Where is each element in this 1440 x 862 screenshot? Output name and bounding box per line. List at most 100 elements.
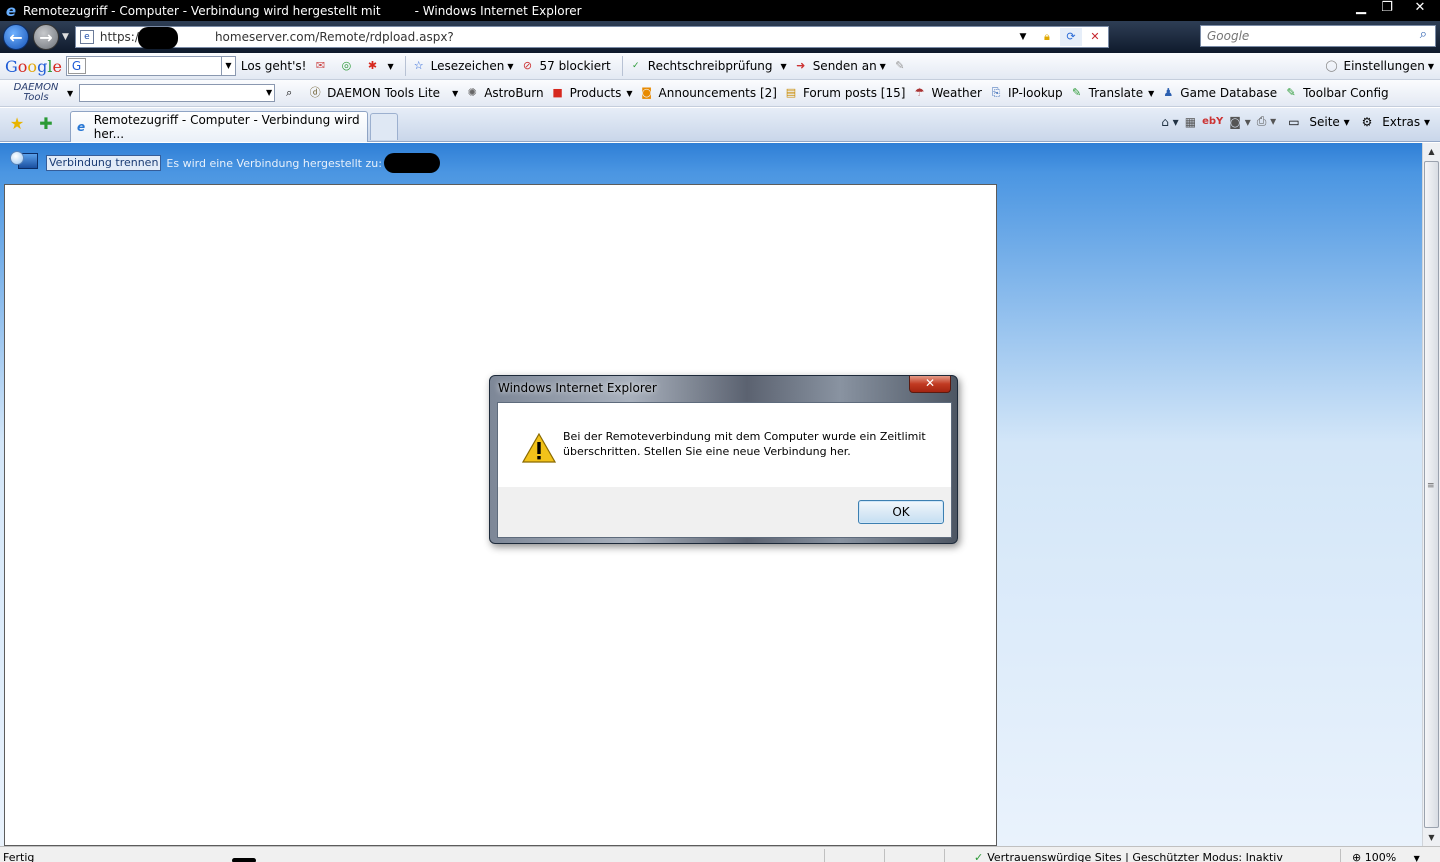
daemon-toolbar-item[interactable]: ◙ Announcements [2] <box>639 85 777 101</box>
chevron-down-icon[interactable]: ▼ <box>626 89 632 98</box>
daemon-toolbar-item[interactable]: ✎ Toolbar Config <box>1283 85 1388 101</box>
dialog-message: Bei der Remoteverbindung mit dem Compute… <box>563 430 926 458</box>
settings-icon: ◯ <box>1325 59 1338 72</box>
products-icon: ■ <box>552 86 563 99</box>
refresh-icon[interactable]: ⟳ <box>1059 28 1082 46</box>
send-to-button[interactable]: ➜ Senden an ▼ <box>793 58 886 74</box>
spellcheck-button[interactable]: ✓ Rechtschreibprüfung ▼ <box>628 58 787 74</box>
ie-tab-icon: e <box>77 120 86 134</box>
gear-icon: ⚙ <box>1361 114 1373 129</box>
chevron-down-icon[interactable]: ▼ <box>1148 89 1154 98</box>
toolbar-separator <box>621 56 623 76</box>
home-icon[interactable]: ⌂ ▾ <box>1161 115 1178 129</box>
ebay-icon[interactable]: ebY <box>1202 116 1223 127</box>
dialog-button-area: OK <box>498 487 951 537</box>
window-titlebar: e Remotezugriff - Computer - Verbindung … <box>0 0 1440 21</box>
recent-pages-dropdown[interactable]: ▼ <box>62 32 69 42</box>
forum-icon: ▤ <box>785 86 797 99</box>
disconnect-button[interactable]: Verbindung trennen <box>46 155 162 171</box>
highlight-icon[interactable]: ✎ <box>892 58 912 74</box>
search-box[interactable]: ⌕ <box>1200 25 1436 47</box>
daemon-toolbar-item[interactable]: ☂ Weather <box>911 85 982 101</box>
daemon-menu-dropdown-icon[interactable]: ▼ <box>67 89 73 98</box>
forward-button[interactable]: → <box>33 24 59 50</box>
daemon-toolbar-item[interactable]: ✺ AstroBurn <box>464 85 544 101</box>
dialog-title: Windows Internet Explorer <box>498 381 657 395</box>
star-icon: ☆ <box>413 59 424 72</box>
close-icon[interactable]: ✕ <box>1400 0 1440 18</box>
popup-blocker-button[interactable]: ⊘ 57 blockiert <box>519 58 611 74</box>
translate-icon: ✎ <box>1072 86 1082 99</box>
daemon-toolbar-item[interactable]: ⓓ DAEMON Tools Lite ▼ <box>307 85 459 101</box>
redaction-mark <box>232 858 256 862</box>
scroll-down-icon[interactable]: ▼ <box>1423 829 1440 846</box>
window-controls: ▁ ❐ ✕ <box>1348 0 1440 18</box>
daemon-icon: ⓓ <box>309 86 321 99</box>
settings-button[interactable]: ◯ Einstellungen ▼ <box>1323 58 1434 74</box>
status-divider <box>944 849 945 862</box>
search-icon[interactable]: ⌕ <box>1420 27 1427 42</box>
pagerank-icon[interactable]: ◎ <box>338 58 358 74</box>
status-bar: Fertig ✓ Vertrauenswürdige Sites | Geschü… <box>0 846 1440 862</box>
google-search-dropdown-icon[interactable]: ▼ <box>220 57 235 75</box>
ok-button[interactable]: OK <box>858 500 944 524</box>
daemon-toolbar: DAEMON Tools ▼ ▼ ⌕ ⓓ DAEMON Tools Lite ▼ ✺ As… <box>0 80 1440 107</box>
minimize-icon[interactable]: ▁ <box>1348 0 1374 18</box>
tab-label: Remotezugriff - Computer - Verbindung wi… <box>93 113 360 141</box>
search-input[interactable] <box>1201 29 1401 43</box>
feeds-icon[interactable]: ▦ <box>1185 115 1196 129</box>
buttons-icon[interactable]: ✱ ▼ <box>364 58 394 74</box>
rdp-header: Verbindung trennen Es wird eine Verbindu… <box>8 149 440 177</box>
lock-icon[interactable]: 🔒︎ <box>1036 28 1058 46</box>
restore-icon[interactable]: ❐ <box>1374 0 1400 18</box>
window-title-suffix: - Windows Internet Explorer <box>414 3 582 18</box>
redaction-mark <box>383 153 440 173</box>
address-bar[interactable]: e https:// homeserver.com/Remote/rdpload… <box>74 26 1109 49</box>
security-zone[interactable]: ✓ Vertrauenswürdige Sites | Geschützter M… <box>974 851 1283 862</box>
redaction-mark <box>137 27 178 49</box>
daemon-toolbar-item[interactable]: ⎘ IP-lookup <box>988 85 1063 101</box>
daemon-toolbar-item[interactable]: ▤ Forum posts [15] <box>783 85 906 101</box>
toolbar-config-icon: ✎ <box>1286 86 1296 99</box>
daemon-toolbar-item[interactable]: ■ Products ▼ <box>550 85 632 101</box>
zoom-level[interactable]: ⊕ 100% ▼ <box>1352 851 1420 862</box>
page-icon: e <box>79 30 94 44</box>
connection-status-text: Es wird eine Verbindung hergestellt zu: <box>166 156 382 170</box>
stop-icon[interactable]: ✕ <box>1084 28 1106 46</box>
print-icon[interactable]: ⎙ ▾ <box>1257 114 1276 129</box>
daemon-logo: DAEMON Tools <box>13 82 59 103</box>
new-tab-button[interactable] <box>370 113 398 140</box>
google-g-icon: G <box>67 58 86 74</box>
scroll-thumb[interactable] <box>1424 161 1439 828</box>
warning-icon <box>522 433 556 463</box>
dialog-close-button[interactable]: ✕ <box>909 376 951 393</box>
remote-desktop-icon <box>8 149 40 177</box>
google-search-field[interactable]: G ▼ <box>65 56 236 76</box>
address-dropdown-icon[interactable]: ▼ <box>1012 28 1034 46</box>
dialog-body: Bei der Remoteverbindung mit dem Compute… <box>497 402 952 538</box>
command-bar: ⌂ ▾ ▦ ebY ◙ ▾ ⎙ ▾ ▭ Seite ▾ ⚙ Extras ▾ <box>1155 114 1430 129</box>
daemon-toolbar-item[interactable]: ✎ Translate ▼ <box>1069 85 1154 101</box>
daemon-search-icon[interactable]: ⌕ <box>281 85 301 101</box>
tools-menu-button[interactable]: ⚙ Extras ▾ <box>1356 115 1430 129</box>
game-database-icon: ♟ <box>1163 86 1174 99</box>
address-row: ← → ▼ e https:// homeserver.com/Remote/r… <box>0 21 1440 53</box>
daemon-search-field[interactable]: ▼ <box>79 84 276 102</box>
add-favorites-icon[interactable]: ✚ <box>37 115 55 133</box>
chevron-down-icon[interactable]: ▼ <box>452 89 458 98</box>
toolbar-separator <box>404 56 406 76</box>
send-icon: ➜ <box>796 59 806 72</box>
google-go-button[interactable]: Los geht's! <box>241 59 307 73</box>
rss-feeds-icon[interactable]: ◙ ▾ <box>1229 115 1250 129</box>
tab-active[interactable]: e Remotezugriff - Computer - Verbindung … <box>70 111 368 142</box>
favorites-star-icon[interactable]: ★ <box>8 115 26 133</box>
page-menu-button[interactable]: ▭ Seite ▾ <box>1282 115 1349 129</box>
popup-icon[interactable]: ✉ <box>312 58 332 74</box>
scroll-up-icon[interactable]: ▲ <box>1423 143 1440 160</box>
rss-icon: ◙ <box>641 86 652 99</box>
bookmarks-button[interactable]: ☆ Lesezeichen ▼ <box>411 58 514 74</box>
window-title: Remotezugriff - Computer - Verbindung wi… <box>23 3 381 18</box>
back-button[interactable]: ← <box>3 24 29 50</box>
daemon-toolbar-item[interactable]: ♟ Game Database <box>1160 85 1277 101</box>
vertical-scrollbar[interactable]: ▲ ≡ ▼ <box>1422 143 1440 846</box>
